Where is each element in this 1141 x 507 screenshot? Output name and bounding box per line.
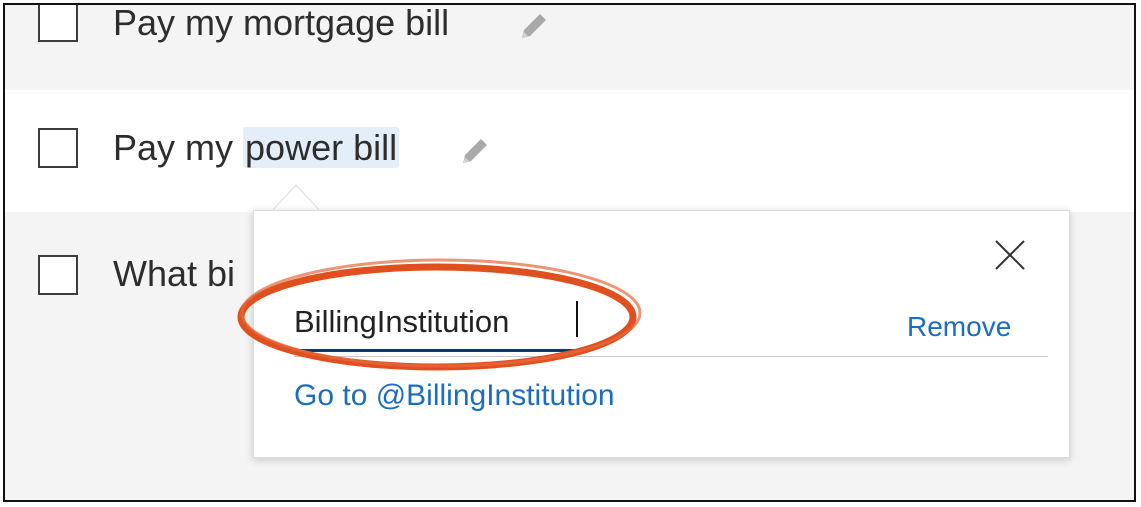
pencil-icon[interactable]: [457, 133, 493, 169]
todo-checkbox[interactable]: [38, 255, 78, 295]
todo-text-prefix: Pay my: [113, 127, 244, 168]
todo-text: Pay my mortgage bill: [113, 3, 450, 43]
todo-list-frame: Pay my mortgage bill Pay my power bill W…: [3, 3, 1136, 502]
todo-item: Pay my power bill: [5, 90, 1134, 212]
remove-button[interactable]: Remove: [907, 311, 1011, 343]
todo-text: Pay my power bill: [113, 127, 400, 168]
input-focus-underline: [294, 349, 576, 352]
input-divider: [294, 356, 1048, 357]
goto-link[interactable]: Go to @BillingInstitution: [294, 379, 615, 413]
close-icon[interactable]: [992, 237, 1028, 273]
tag-popover: Remove Go to @BillingInstitution: [253, 210, 1070, 458]
todo-checkbox[interactable]: [38, 128, 78, 168]
todo-item: Pay my mortgage bill: [5, 5, 1134, 90]
todo-checkbox[interactable]: [38, 5, 78, 42]
tag-name-input[interactable]: [294, 297, 579, 347]
tag-highlight[interactable]: power bill: [243, 127, 400, 168]
todo-text: What bi: [113, 253, 236, 294]
text-cursor: [576, 301, 578, 337]
pencil-icon[interactable]: [516, 8, 552, 44]
